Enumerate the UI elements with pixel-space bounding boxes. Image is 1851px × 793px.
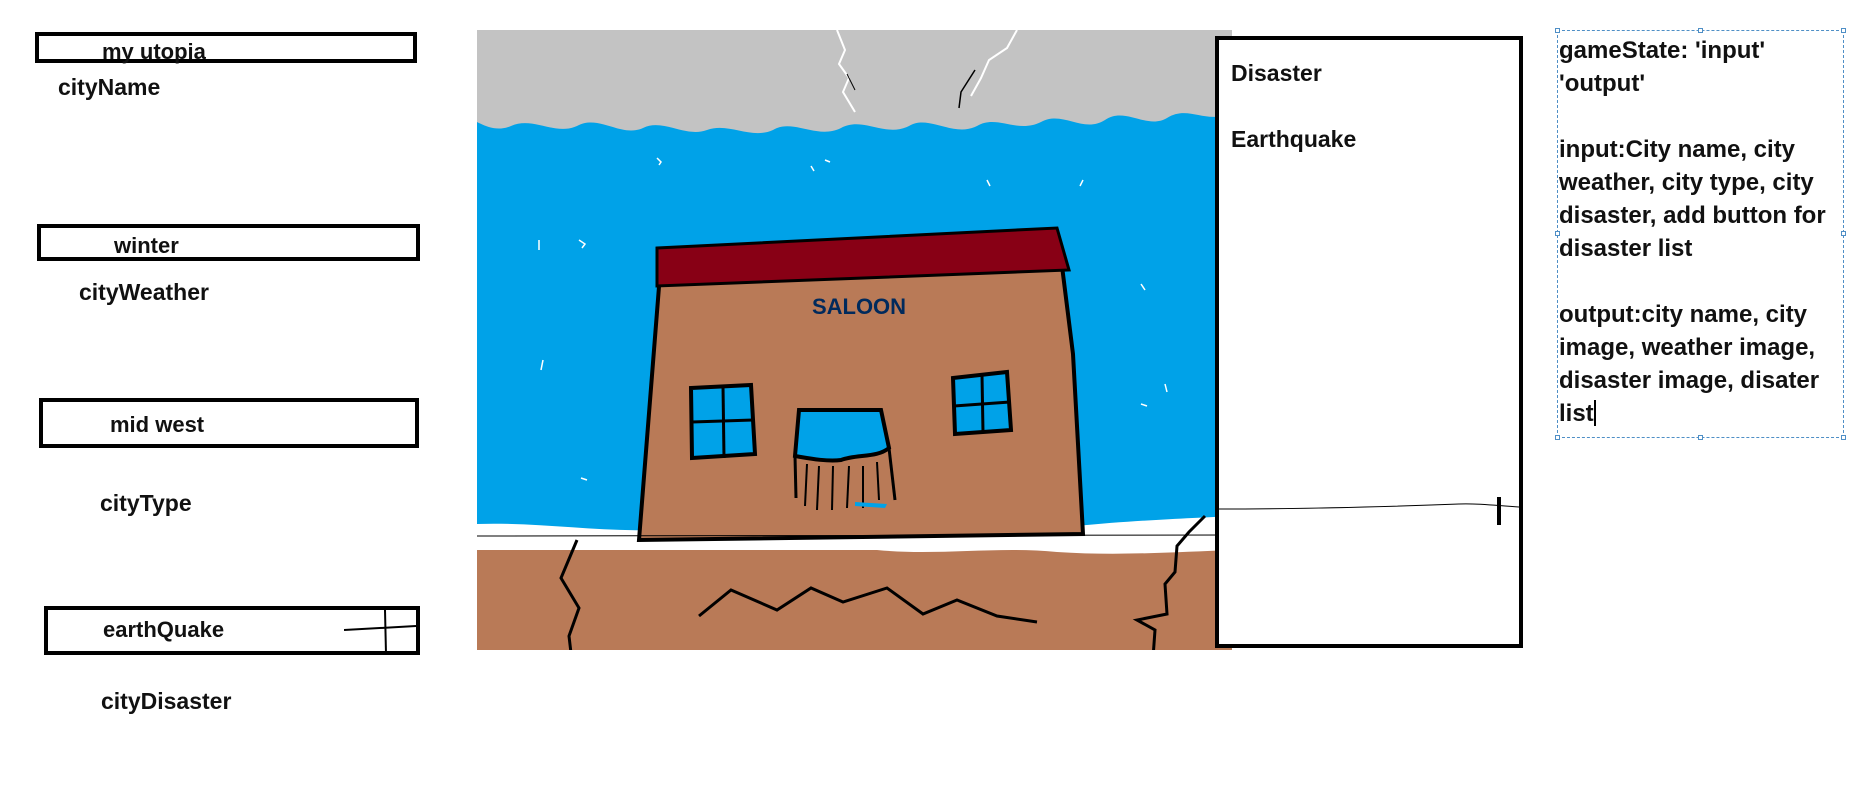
ground [477,550,1232,650]
city-name-value: my utopia [102,39,206,64]
saloon-sign: SALOON [812,294,906,319]
disaster-list-item: Earthquake [1231,126,1357,152]
connector-line [1219,503,1519,510]
notes-game-state: gameState: 'input' 'output' [1559,37,1766,97]
saloon-door [792,408,892,463]
plus-icon[interactable] [344,610,420,655]
city-weather-value: winter [114,233,179,258]
disaster-list-title: Disaster [1231,60,1322,86]
city-disaster-value: earthQuake [103,617,225,642]
resize-handle[interactable] [1841,231,1846,236]
resize-handle[interactable] [1698,28,1703,33]
city-type-label: cityType [100,490,192,516]
resize-handle[interactable] [1698,435,1703,440]
resize-handle[interactable] [1555,435,1560,440]
disaster-list-panel: Disaster Earthquake [1215,36,1523,648]
city-weather-label: cityWeather [79,279,209,305]
text-caret [1593,400,1596,426]
paint-canvas: my utopia cityName winter cityWeather mi… [0,0,1851,793]
city-disaster-input[interactable]: earthQuake [44,606,420,655]
city-type-input[interactable]: mid west [39,398,419,448]
notes-output-spec: output:city name, city image, weather im… [1559,301,1820,427]
city-scene-image: SALOON [477,30,1232,650]
city-disaster-label: cityDisaster [101,688,232,714]
notes-text[interactable]: gameState: 'input' 'output' input:City n… [1559,34,1841,430]
resize-handle[interactable] [1841,28,1846,33]
city-type-value: mid west [110,412,205,437]
resize-handle[interactable] [1555,28,1560,33]
notes-input-spec: input:City name, city weather, city type… [1559,136,1826,262]
city-weather-input[interactable]: winter [37,224,420,261]
resize-handle[interactable] [1841,435,1846,440]
city-name-input[interactable]: my utopia [35,32,417,63]
city-name-label: cityName [58,74,161,100]
